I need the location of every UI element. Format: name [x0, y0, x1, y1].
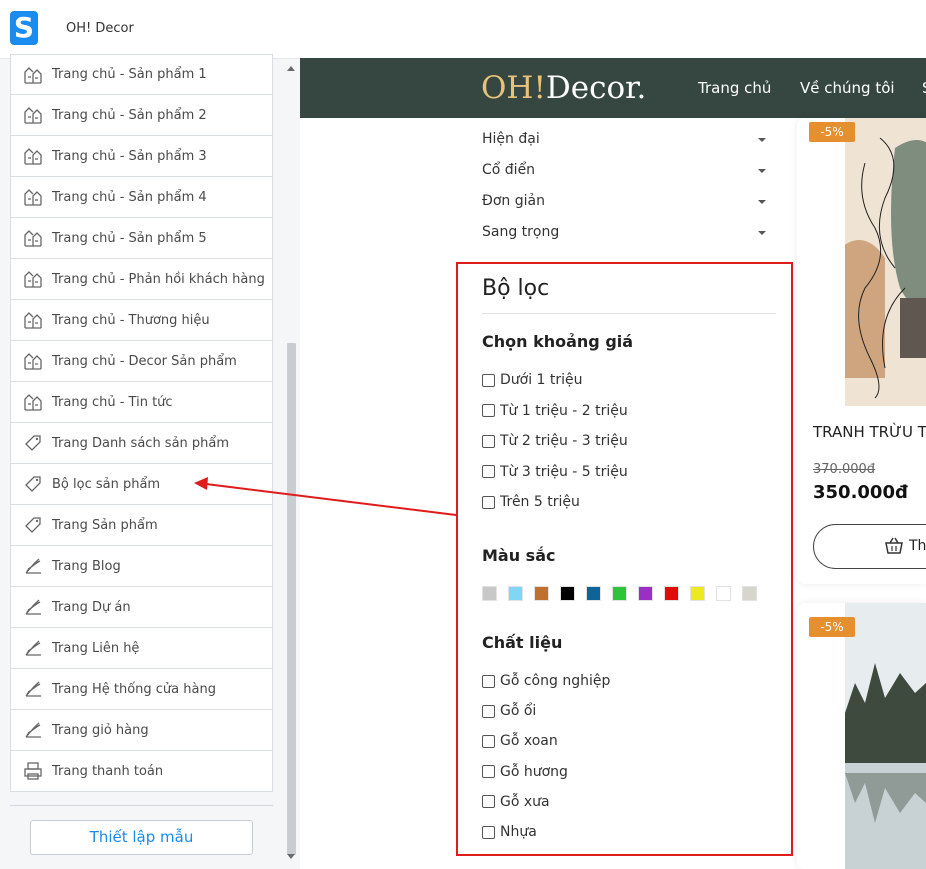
annotation-arrow: [194, 477, 457, 516]
app-root: S OH! Decor Trang chủ - Sản phẩm 1 Trang …: [0, 0, 926, 869]
